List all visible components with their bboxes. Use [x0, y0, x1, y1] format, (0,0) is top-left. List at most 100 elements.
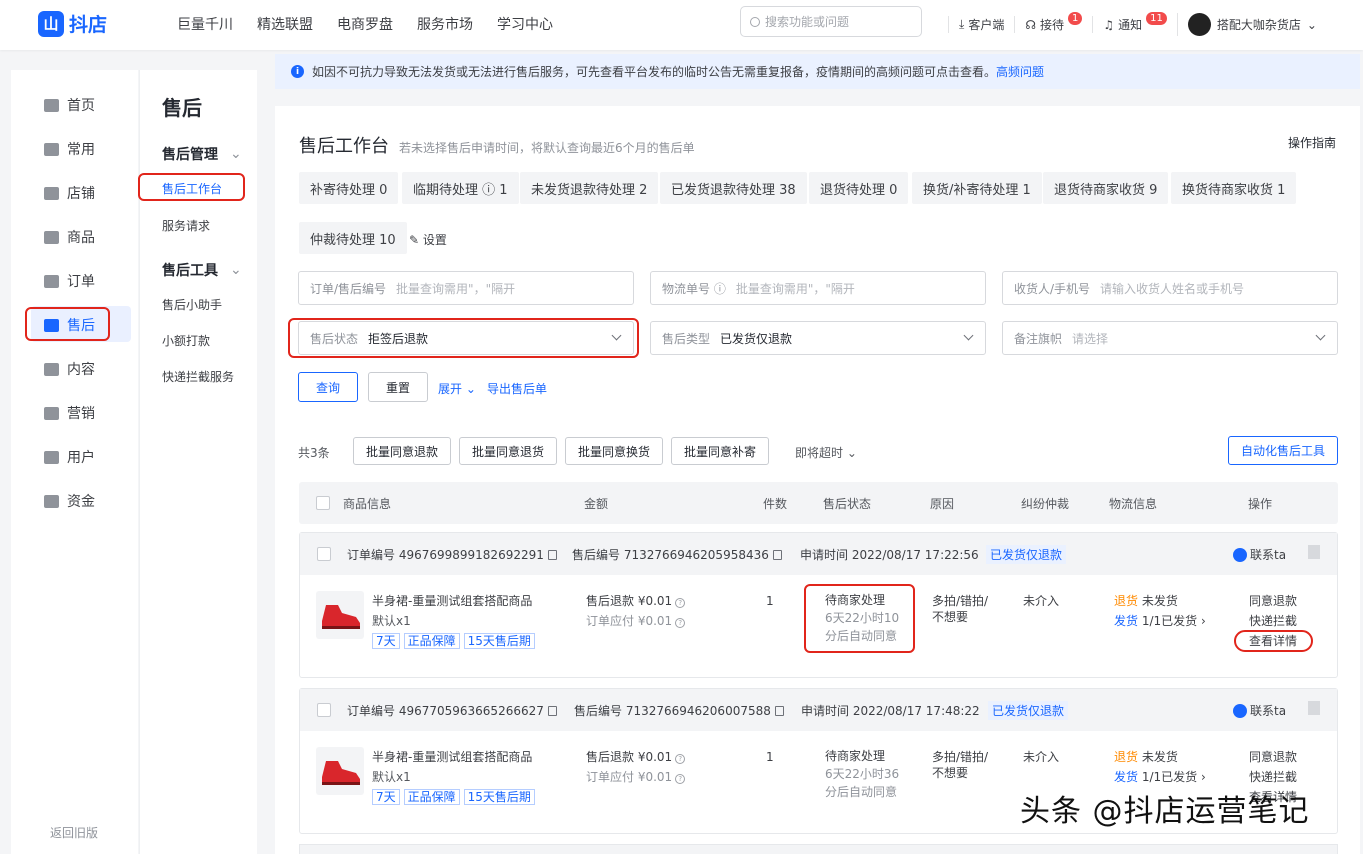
- help-icon[interactable]: ?: [675, 774, 686, 784]
- chevron-down-icon: ⌄: [846, 446, 857, 460]
- contact-link[interactable]: 联系ta: [1233, 702, 1286, 719]
- receiver-field[interactable]: 收货人/手机号 请输入收货人姓名或手机号: [1002, 271, 1338, 305]
- export-button[interactable]: 导出售后单: [487, 380, 547, 397]
- apply-time: 申请时间 2022/08/17 17:48:22: [801, 704, 980, 718]
- nav-item-home[interactable]: 首页: [44, 95, 95, 115]
- order-no-field[interactable]: 订单/售后编号 批量查询需用"，"隔开: [298, 271, 634, 305]
- copy-icon[interactable]: [772, 550, 782, 560]
- nav-item-shop[interactable]: 店铺: [44, 183, 95, 203]
- reset-button[interactable]: 重置: [368, 372, 428, 402]
- nav-item-orders[interactable]: 订单: [44, 271, 95, 291]
- topnav-item-learning[interactable]: 学习中心: [497, 14, 553, 34]
- nav-item-common[interactable]: 常用: [44, 139, 95, 159]
- timeout-filter[interactable]: 即将超时 ⌄: [795, 444, 857, 461]
- flag-icon[interactable]: [1308, 545, 1320, 559]
- subnav-item-assistant[interactable]: 售后小助手: [162, 296, 222, 313]
- notice-link[interactable]: 高频问题: [996, 65, 1044, 79]
- subnav-item-intercept[interactable]: 快递拦截服务: [162, 368, 234, 385]
- shop-menu[interactable]: 搭配大咖杂货店 ⌄: [1176, 13, 1327, 36]
- copy-icon[interactable]: [774, 706, 784, 716]
- query-button[interactable]: 查询: [298, 372, 358, 402]
- auto-tool-button[interactable]: 自动化售后工具: [1228, 436, 1338, 465]
- help-icon[interactable]: ?: [675, 618, 686, 628]
- contact-link[interactable]: 联系ta: [1233, 546, 1286, 563]
- page-subtitle: 若未选择售后申请时间，将默认查询最近6个月的售后单: [399, 141, 695, 155]
- agree-refund-link[interactable]: 同意退款: [1249, 591, 1297, 611]
- user-icon: [44, 450, 59, 464]
- product-name[interactable]: 半身裙-重量测试组套搭配商品: [372, 747, 539, 767]
- nav-item-users[interactable]: 用户: [44, 447, 95, 467]
- subnav-group-manage[interactable]: 售后管理 ⌄: [162, 144, 242, 164]
- subnav-group-tools[interactable]: 售后工具 ⌄: [162, 260, 242, 280]
- flag-select[interactable]: 备注旗帜 请选择: [1002, 321, 1338, 355]
- chip-exchange-receive[interactable]: 换货待商家收货 1: [1171, 172, 1297, 204]
- contact-icon: [1233, 704, 1247, 718]
- nav-label: 订单: [67, 274, 95, 290]
- chip-arbitration[interactable]: 仲裁待处理 10: [299, 222, 407, 254]
- type-select[interactable]: 售后类型 已发货仅退款: [650, 321, 986, 355]
- quantity: 1: [766, 750, 774, 764]
- subnav-item-small-payment[interactable]: 小额打款: [162, 332, 210, 349]
- group-label: 售后工具: [162, 263, 218, 279]
- nav-label: 营销: [67, 406, 95, 422]
- intercept-link[interactable]: 快递拦截: [1249, 611, 1297, 631]
- order-header: 订单编号 4967705963665266627 售后编号 7132766946…: [300, 689, 1337, 731]
- search-input[interactable]: 搜索功能或问题: [740, 6, 922, 37]
- expand-button[interactable]: 展开 ⌄: [438, 380, 476, 397]
- client-button[interactable]: ⤓ 客户端: [948, 16, 1014, 33]
- copy-icon[interactable]: [547, 706, 557, 716]
- aftersale-number-text: 售后编号 7132766946206007588: [574, 704, 771, 718]
- row-checkbox[interactable]: [317, 547, 331, 561]
- agree-refund-link[interactable]: 同意退款: [1249, 747, 1297, 767]
- batch-agree-exchange-button[interactable]: 批量同意换货: [565, 437, 663, 465]
- chip-unshipped-refund[interactable]: 未发货退款待处理 2: [520, 172, 659, 204]
- back-to-old-link[interactable]: 返回旧版: [50, 824, 98, 841]
- chip-expiring[interactable]: 临期待处理 ⓘ 1: [402, 172, 519, 204]
- tag-15day: 15天售后期: [463, 789, 535, 805]
- ship-value[interactable]: 1/1已发货 ›: [1142, 614, 1206, 628]
- tag-7day: 7天: [372, 789, 400, 805]
- topnav-item-qianchuan[interactable]: 巨量千川: [177, 14, 233, 34]
- field-placeholder: 批量查询需用"，"隔开: [735, 281, 855, 296]
- batch-agree-return-button[interactable]: 批量同意退货: [459, 437, 557, 465]
- result-count: 共3条: [298, 446, 330, 460]
- col-status: 售后状态: [823, 497, 872, 511]
- table-header: 商品信息 金额 件数 售后状态 原因 纠纷仲裁 物流信息 操作: [299, 482, 1338, 524]
- settings-button[interactable]: ✎ 设置: [409, 231, 447, 248]
- product-name[interactable]: 半身裙-重量测试组套搭配商品: [372, 591, 539, 611]
- copy-icon[interactable]: [547, 550, 557, 560]
- batch-agree-resend-button[interactable]: 批量同意补寄: [671, 437, 769, 465]
- tag-7day: 7天: [372, 633, 400, 649]
- topnav-item-alliance[interactable]: 精选联盟: [257, 14, 313, 34]
- intercept-link[interactable]: 快递拦截: [1249, 767, 1297, 787]
- chip-resend[interactable]: 补寄待处理 0: [299, 172, 399, 204]
- ship-value[interactable]: 1/1已发货 ›: [1142, 770, 1206, 784]
- topnav-item-market[interactable]: 服务市场: [417, 14, 473, 34]
- reception-button[interactable]: ☊ 接待 1: [1014, 12, 1092, 33]
- page-header: 售后工作台 若未选择售后申请时间，将默认查询最近6个月的售后单: [299, 132, 695, 158]
- chip-exchange[interactable]: 换货/补寄待处理 1: [912, 172, 1042, 204]
- topnav-item-compass[interactable]: 电商罗盘: [337, 14, 393, 34]
- guide-link[interactable]: 操作指南: [1288, 134, 1336, 151]
- nav-item-funds[interactable]: 资金: [44, 491, 95, 511]
- chip-return[interactable]: 退货待处理 0: [809, 172, 909, 204]
- nav-item-goods[interactable]: 商品: [44, 227, 95, 247]
- nav-item-marketing[interactable]: 营销: [44, 403, 95, 423]
- nav-item-content[interactable]: 内容: [44, 359, 95, 379]
- help-icon[interactable]: ?: [675, 754, 686, 764]
- flag-icon[interactable]: [1308, 701, 1320, 715]
- help-icon[interactable]: ?: [675, 598, 686, 608]
- tag-15day: 15天售后期: [463, 633, 535, 649]
- nav-label: 内容: [67, 362, 95, 378]
- logistics-field[interactable]: 物流单号 ⓘ 批量查询需用"，"隔开: [650, 271, 986, 305]
- row-checkbox[interactable]: [317, 703, 331, 717]
- chip-shipped-refund[interactable]: 已发货退款待处理 38: [660, 172, 807, 204]
- batch-agree-refund-button[interactable]: 批量同意退款: [353, 437, 451, 465]
- notice-button[interactable]: ♫ 通知 11: [1092, 12, 1177, 33]
- brand-logo[interactable]: 山 抖店: [38, 10, 107, 37]
- subnav-item-service-request[interactable]: 服务请求: [162, 217, 210, 234]
- bell-icon: ♫: [1103, 17, 1115, 32]
- select-all-checkbox[interactable]: [316, 496, 330, 510]
- chevron-down-icon: ⌄: [1306, 17, 1317, 32]
- chip-return-receive[interactable]: 退货待商家收货 9: [1043, 172, 1169, 204]
